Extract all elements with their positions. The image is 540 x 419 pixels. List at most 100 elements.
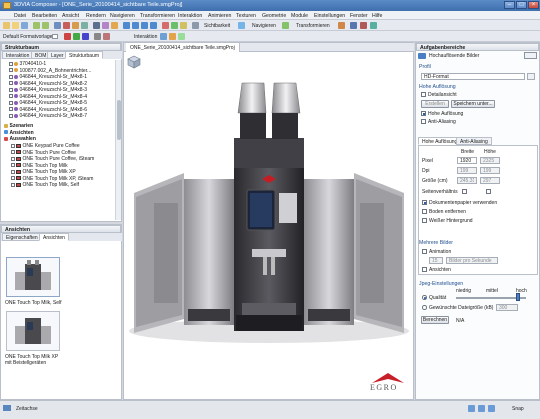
rotate-icon[interactable]	[72, 22, 79, 29]
snap-label[interactable]: Snap	[512, 406, 524, 412]
timeline-icon[interactable]	[3, 405, 11, 411]
lock-ratio-checkbox[interactable]	[486, 189, 491, 194]
checkbox[interactable]	[11, 182, 15, 187]
checkbox[interactable]	[9, 94, 13, 99]
checkbox[interactable]	[9, 61, 13, 66]
groesse-breite-field[interactable]	[457, 177, 477, 184]
status-grid-icon[interactable]	[468, 405, 475, 412]
timeline-label[interactable]: Zeitachse	[16, 406, 38, 412]
camera-icon[interactable]	[93, 22, 100, 29]
boden-checkbox[interactable]	[422, 209, 427, 214]
qualitaet-radio[interactable]	[422, 295, 427, 300]
menu-einstellungen[interactable]: Einstellungen	[314, 13, 345, 19]
format-dropdown[interactable]	[52, 34, 58, 39]
profil-select[interactable]	[421, 73, 525, 80]
menu-ansicht[interactable]: Ansicht	[62, 13, 79, 19]
tab-strukturbaum[interactable]: Strukturbaum	[65, 51, 104, 59]
tree-row[interactable]: 046844_Kreuzschl-Sr_M4x8-7	[9, 113, 87, 120]
detailansicht-checkbox[interactable]	[421, 92, 426, 97]
menu-interaktion[interactable]: Interaktion	[178, 13, 202, 19]
checkbox[interactable]	[9, 100, 13, 105]
highlight-icon[interactable]	[180, 22, 187, 29]
menu-hilfe[interactable]: Hilfe	[372, 13, 382, 19]
checkbox[interactable]	[9, 74, 13, 79]
select-icon[interactable]	[54, 22, 61, 29]
undo-icon[interactable]	[33, 22, 40, 29]
toolbar-navigieren[interactable]: Navigieren	[252, 23, 276, 29]
tab-eigenschaften[interactable]: Eigenschaften	[2, 233, 42, 241]
bold-icon[interactable]	[64, 33, 71, 40]
view-thumbnail[interactable]	[6, 257, 60, 297]
checkbox[interactable]	[9, 113, 13, 118]
grid-icon[interactable]	[350, 22, 357, 29]
groesse-hoehe-field[interactable]	[480, 177, 500, 184]
pixel-breite-field[interactable]	[457, 157, 477, 164]
hohe-aufloesung-checkbox[interactable]	[421, 111, 426, 116]
dateigroesse-radio[interactable]	[422, 305, 427, 310]
checkbox[interactable]	[11, 176, 15, 181]
zoom-icon[interactable]	[63, 22, 70, 29]
underline-icon[interactable]	[82, 33, 89, 40]
light-icon[interactable]	[102, 22, 109, 29]
anti-aliasing-checkbox[interactable]	[421, 119, 426, 124]
menu-rendern[interactable]: Rendern	[86, 13, 106, 19]
viewport[interactable]: ONE_Serie_20100414_sichtbare Teile.smgPr…	[123, 42, 414, 400]
italic-icon[interactable]	[73, 33, 80, 40]
checkbox[interactable]	[11, 150, 15, 155]
checkbox[interactable]	[11, 156, 15, 161]
checkbox[interactable]	[11, 143, 15, 148]
toolbar-sichtbarkeit[interactable]: Sichtbarkeit	[204, 23, 230, 29]
tab-interaktion[interactable]: Interaktion	[2, 51, 34, 59]
animation-checkbox[interactable]	[422, 249, 427, 254]
view-iso-icon[interactable]	[150, 22, 157, 29]
dpi-hoehe-field[interactable]	[480, 167, 500, 174]
checkbox[interactable]	[9, 87, 13, 92]
dpi-breite-field[interactable]	[457, 167, 477, 174]
quality-slider-thumb[interactable]	[516, 293, 520, 301]
erstellen-button[interactable]: Erstellen	[421, 100, 449, 108]
explode-icon[interactable]	[360, 22, 367, 29]
pixel-hoehe-field[interactable]	[480, 157, 500, 164]
tab-hohe-aufloesung[interactable]: Hohe Auflösung	[418, 137, 462, 145]
ansichten-checkbox[interactable]	[422, 267, 427, 272]
weisser-hintergrund-checkbox[interactable]	[422, 218, 427, 223]
bilder-rate-select[interactable]	[446, 257, 498, 264]
measure-icon[interactable]	[162, 22, 169, 29]
settings-icon[interactable]	[192, 22, 199, 29]
menu-fenster[interactable]: Fenster	[350, 13, 368, 19]
checkbox[interactable]	[11, 169, 15, 174]
menu-texturen[interactable]: Texturen	[236, 13, 256, 19]
open-icon[interactable]	[12, 22, 19, 29]
tab-ansichten[interactable]: Ansichten	[39, 233, 69, 241]
transform-icon[interactable]	[338, 22, 345, 29]
view-top-icon[interactable]	[132, 22, 139, 29]
pan-icon[interactable]	[81, 22, 88, 29]
visibility-icon[interactable]	[238, 22, 245, 29]
view-side-icon[interactable]	[141, 22, 148, 29]
link-icon[interactable]	[160, 33, 167, 40]
redo-icon[interactable]	[42, 22, 49, 29]
hotspot-icon[interactable]	[169, 33, 176, 40]
dokumentenpapier-checkbox[interactable]	[422, 200, 427, 205]
view-thumbnail[interactable]	[6, 311, 60, 351]
bilder-count-field[interactable]	[429, 257, 443, 264]
render-icon[interactable]	[111, 22, 118, 29]
checkbox[interactable]	[9, 68, 13, 73]
new-icon[interactable]	[3, 22, 10, 29]
menu-bearbeiten[interactable]: Bearbeiten	[32, 13, 57, 19]
save-icon[interactable]	[21, 22, 28, 29]
task-dropdown[interactable]	[524, 52, 537, 59]
tab-anti-aliasing[interactable]: Anti-Aliasing	[456, 137, 492, 145]
minimize-button[interactable]: –	[504, 1, 515, 9]
close-button[interactable]: ×	[528, 1, 539, 9]
menu-module[interactable]: Module	[291, 13, 308, 19]
dateigroesse-field[interactable]	[496, 304, 518, 311]
menu-datei[interactable]: Datei	[14, 13, 26, 19]
seitenverhaeltnis-checkbox[interactable]	[462, 189, 467, 194]
speichern-button[interactable]: Speichern unter...	[451, 100, 495, 108]
selection-row[interactable]: ONE Touch Top Milk, Self	[11, 182, 79, 189]
berechnen-button[interactable]: Berechnen	[421, 316, 449, 324]
menu-animieren[interactable]: Animieren	[208, 13, 231, 19]
menu-geometrie[interactable]: Geometrie	[262, 13, 286, 19]
menu-navigieren[interactable]: Navigieren	[110, 13, 135, 19]
